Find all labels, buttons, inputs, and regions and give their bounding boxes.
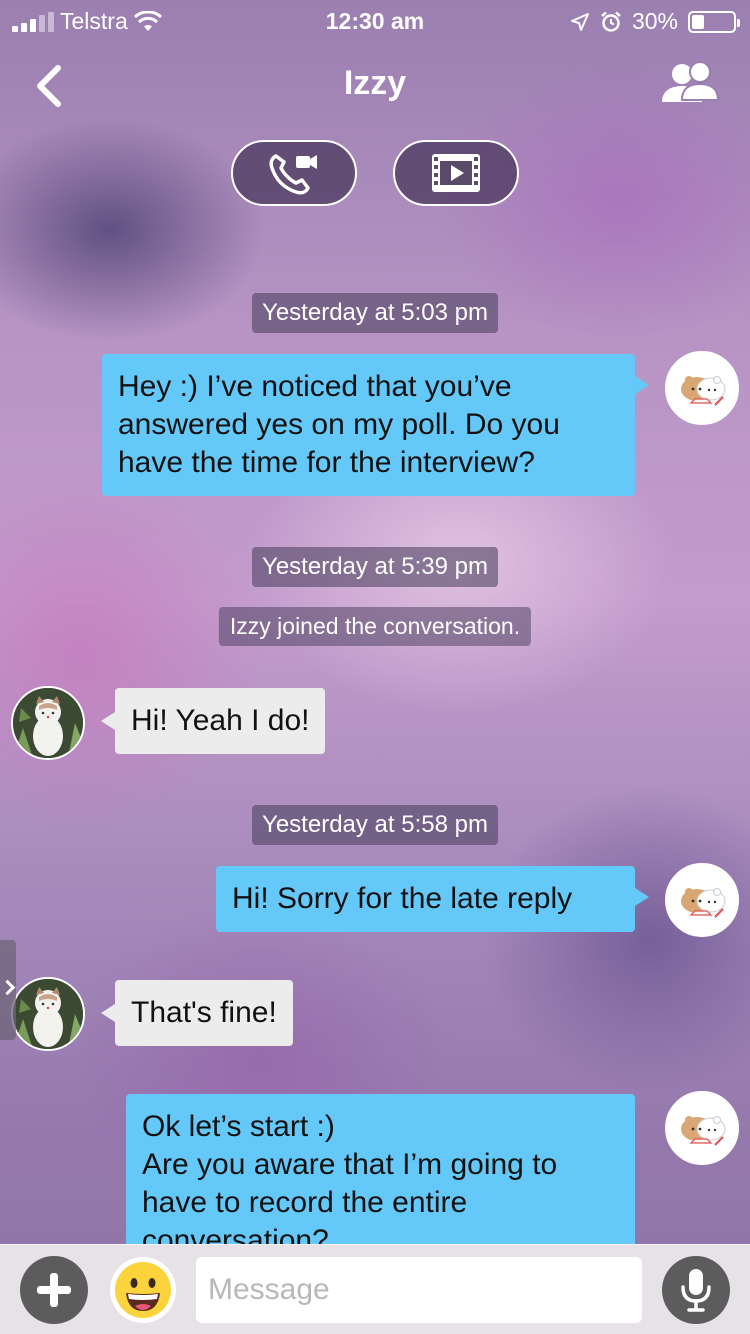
message-line: answered yes on my poll. Do you — [118, 408, 560, 441]
my-avatar[interactable] — [665, 1091, 739, 1165]
contact-avatar[interactable] — [11, 977, 85, 1051]
incoming-message[interactable]: That's fine! — [101, 980, 293, 1046]
my-avatar[interactable] — [665, 351, 739, 425]
bears-avatar-image — [681, 376, 726, 406]
message-line: That's fine! — [131, 996, 277, 1029]
incoming-message[interactable]: Hi! Yeah I do! — [100, 688, 326, 754]
message-line: have the time for the interview? — [118, 446, 535, 479]
status-bar: Telstra 12:30 am 30% — [0, 0, 750, 40]
contact-avatar[interactable] — [11, 686, 85, 760]
plus-icon[interactable] — [20, 1256, 88, 1324]
cat-avatar-image — [13, 688, 83, 758]
conversation-title: Izzy — [343, 64, 407, 102]
message-line: Hey :) I’ve noticed that you’ve — [118, 370, 512, 403]
message-input[interactable] — [196, 1257, 642, 1323]
message-line: Hi! Sorry for the late reply — [232, 882, 573, 915]
outgoing-message[interactable]: Ok let’s start :) Are you aware that I’m… — [126, 1094, 635, 1254]
timestamp: Yesterday at 5:03 pm — [252, 293, 498, 333]
film-play-icon — [432, 154, 480, 192]
voice-video-call-button[interactable] — [231, 140, 357, 206]
phone-video-icon — [269, 154, 317, 195]
grinning-face-icon — [110, 1257, 176, 1323]
timestamp: Yesterday at 5:39 pm — [252, 547, 498, 587]
input-bar — [0, 1244, 750, 1334]
my-avatar[interactable] — [665, 863, 739, 937]
members-icon — [662, 61, 720, 102]
outgoing-message[interactable]: Hey :) I’ve noticed that you’ve answered… — [102, 354, 649, 496]
call-actions — [0, 140, 750, 206]
bears-avatar-image — [681, 1116, 726, 1146]
timestamp: Yesterday at 5:58 pm — [252, 805, 498, 845]
members-button[interactable] — [658, 60, 722, 110]
microphone-button[interactable] — [662, 1256, 730, 1324]
battery-label: 30% — [631, 8, 678, 34]
nav-bar: Izzy — [0, 48, 750, 128]
location-icon — [570, 12, 589, 31]
bears-avatar-image — [681, 888, 726, 918]
message-line: have to record the entire — [142, 1186, 468, 1219]
battery-icon — [688, 10, 740, 33]
side-drawer-handle[interactable] — [0, 940, 16, 1040]
system-message: Izzy joined the conversation. — [218, 607, 532, 646]
status-right: 30% — [570, 8, 740, 35]
message-line: Are you aware that I’m going to — [142, 1148, 558, 1181]
emoji-button[interactable] — [108, 1255, 178, 1325]
message-line: Hi! Yeah I do! — [131, 704, 310, 737]
alarm-icon — [601, 11, 621, 32]
microphone-icon — [681, 1269, 711, 1312]
outgoing-message[interactable]: Hi! Sorry for the late reply — [216, 866, 649, 932]
message-line: Ok let’s start :) — [142, 1110, 335, 1143]
cat-avatar-image — [13, 979, 83, 1049]
screening-room-button[interactable] — [393, 140, 519, 206]
